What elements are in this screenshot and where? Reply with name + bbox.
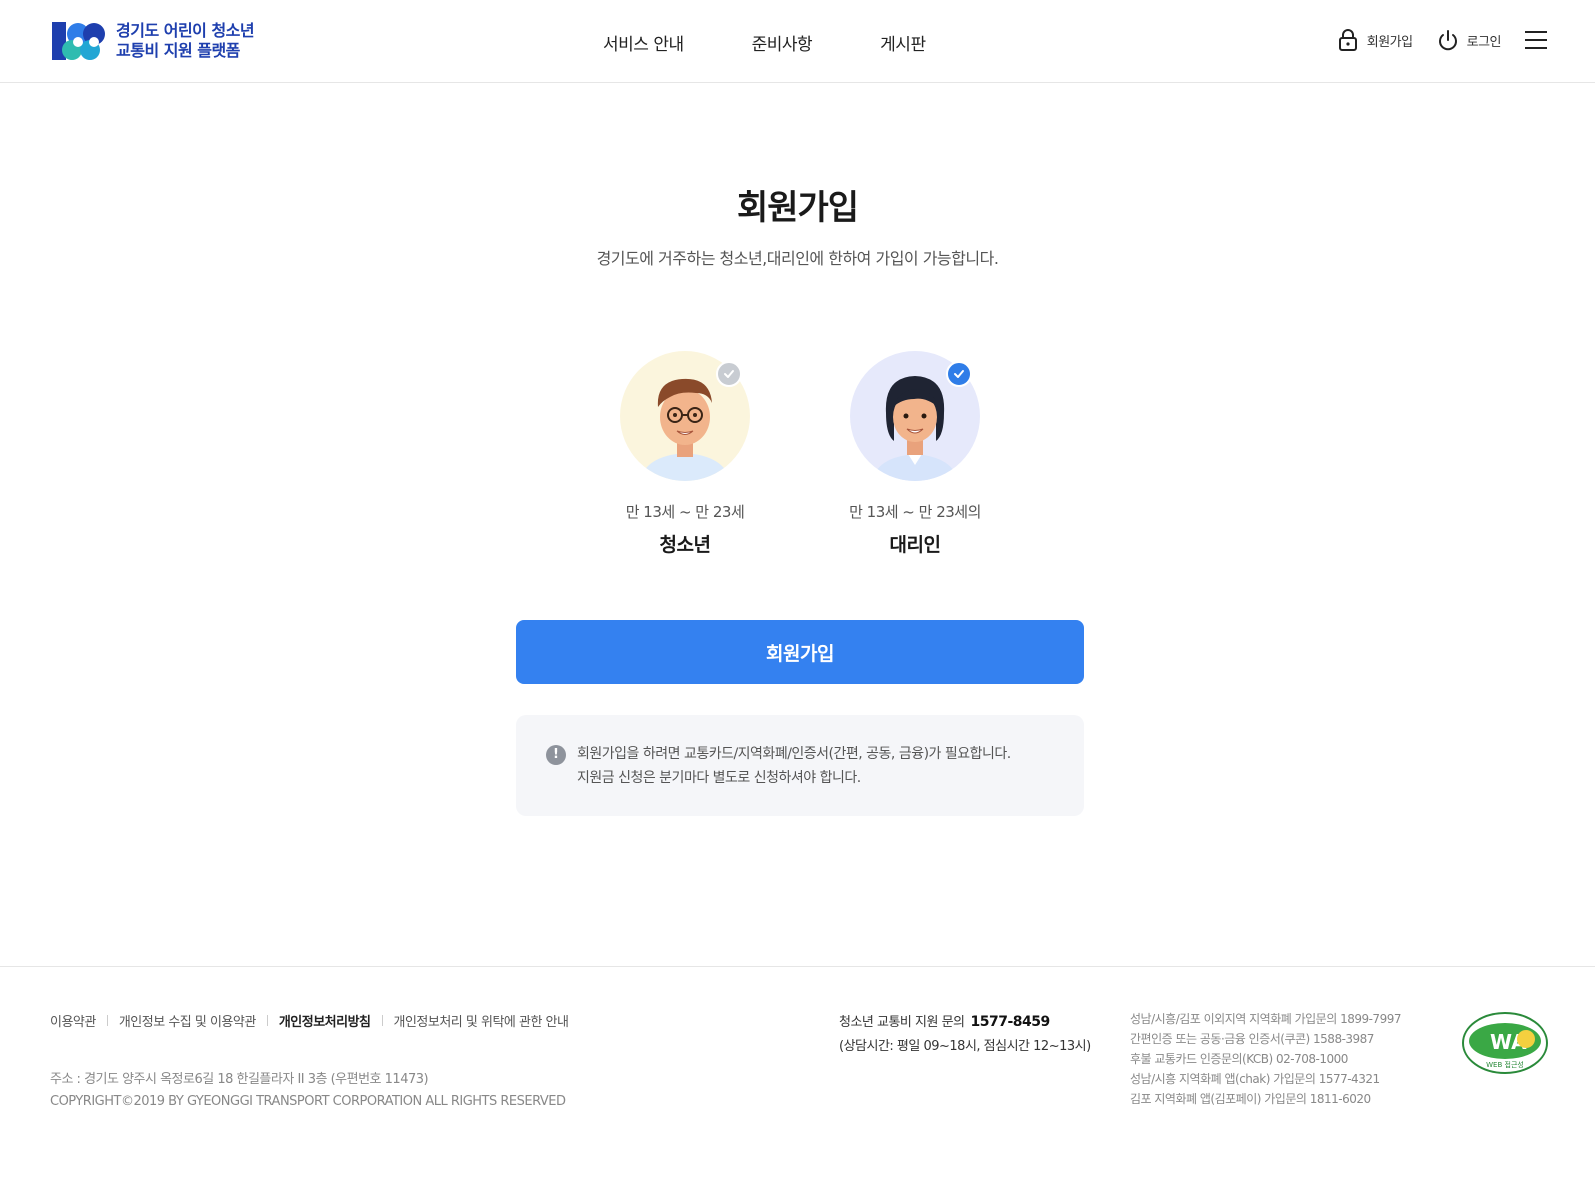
main-nav: 서비스 안내 준비사항 게시판 [603,30,994,55]
web-accessibility-mark-icon: WA WEB 접근성 [1462,1012,1548,1074]
wa-mark-subtext: WEB 접근성 [1486,1060,1524,1069]
footer-link-privacy-collection[interactable]: 개인정보 수집 및 이용약관 [119,1011,256,1030]
footer-link-privacy-policy[interactable]: 개인정보처리방침 [279,1011,371,1030]
signup-link-label: 회원가입 [1366,34,1413,50]
lock-icon [1338,29,1357,51]
cs-hours: (상담시간: 평일 09~18시, 점심시간 12~13시) [839,1039,1091,1054]
notice-line-2: 지원금 신청은 분기마다 별도로 신청하셔야 합니다. [577,770,861,786]
contact-info-item: 간편인증 또는 공동·금융 인증서(쿠콘) 1588-3987 [1130,1032,1374,1046]
contact-info-item: 후불 교통카드 인증문의(KCB) 02-708-1000 [1130,1052,1348,1066]
footer-link-terms[interactable]: 이용약관 [50,1011,96,1030]
site-footer: 이용약관 개인정보 수집 및 이용약관 개인정보처리방침 개인정보처리 및 위탁… [0,966,1595,1181]
signup-link[interactable]: 회원가입 [1337,28,1413,52]
footer-divider [106,1015,108,1026]
notice-line-1: 회원가입을 하려면 교통카드/지역화폐/인증서(간편, 공동, 금융)가 필요합… [577,746,1011,762]
utility-menu: 회원가입 로그인 [1337,28,1547,52]
contact-info-item: 김포 지역화폐 앱(김포페이) 가입문의 1811-6020 [1130,1092,1371,1106]
proxy-check-icon [946,361,972,387]
youth-label: 청소년 [659,534,711,556]
proxy-age-range: 만 13세 ~ 만 23세의 [849,503,981,521]
footer-link-privacy-consignment[interactable]: 개인정보처리 및 위탁에 관한 안내 [394,1011,569,1030]
member-type-youth-card[interactable]: 만 13세 ~ 만 23세 청소년 [615,351,755,557]
footer-divider [381,1015,383,1026]
site-logo[interactable]: 경기도 어린이 청소년 교통비 지원 플랫폼 [50,20,255,62]
notice-text: 회원가입을 하려면 교통카드/지역화폐/인증서(간편, 공동, 금융)가 필요합… [577,742,1011,816]
nav-preparation[interactable]: 준비사항 [752,30,813,55]
proxy-label: 대리인 [889,534,941,556]
login-link[interactable]: 로그인 [1437,28,1502,52]
youth-check-icon [716,361,742,387]
member-type-proxy-card[interactable]: 만 13세 ~ 만 23세의 대리인 [845,351,985,557]
cs-label: 청소년 교통비 지원 문의 [839,1015,965,1030]
footer-links: 이용약관 개인정보 수집 및 이용약관 개인정보처리방침 개인정보처리 및 위탁… [50,1011,569,1030]
login-link-label: 로그인 [1466,34,1502,50]
cs-phone: 1577-8459 [970,1014,1051,1030]
logo-mark-icon [52,22,105,60]
page-title: 회원가입 [736,188,859,228]
contact-info-item: 성남/시흥/김포 이외지역 지역화폐 가입문의 1899-7997 [1130,1012,1401,1026]
logo-line-1: 경기도 어린이 청소년 [116,21,255,40]
logo-text: 경기도 어린이 청소년 교통비 지원 플랫폼 [116,21,255,61]
page-subtitle: 경기도에 거주하는 청소년,대리인에 한하여 가입이 가능합니다. [596,249,999,268]
hamburger-menu-icon[interactable] [1525,31,1547,49]
signup-notice: ! 회원가입을 하려면 교통카드/지역화폐/인증서(간편, 공동, 금융)가 필… [516,715,1084,816]
customer-service: 청소년 교통비 지원 문의 1577-8459 (상담시간: 평일 09~18시,… [839,1010,1091,1059]
nav-board[interactable]: 게시판 [880,30,926,55]
contact-info-item: 성남/시흥 지역화폐 앱(chak) 가입문의 1577-4321 [1130,1072,1380,1086]
footer-address: 주소 : 경기도 양주시 옥정로6길 18 한길플라자 II 3층 (우편번호 … [50,1072,429,1087]
join-button[interactable]: 회원가입 [516,620,1084,684]
site-header: 경기도 어린이 청소년 교통비 지원 플랫폼 서비스 안내 준비사항 게시판 회… [0,0,1595,83]
contact-info-list: 성남/시흥/김포 이외지역 지역화폐 가입문의 1899-7997 간편인증 또… [1130,1009,1401,1109]
exclamation-icon: ! [546,745,566,765]
logo-line-2: 교통비 지원 플랫폼 [116,41,240,60]
footer-copyright: COPYRIGHT©2019 BY GYEONGGI TRANSPORT COR… [50,1094,566,1109]
youth-age-range: 만 13세 ~ 만 23세 [625,503,745,521]
power-icon [1438,30,1457,51]
footer-divider [266,1015,268,1026]
nav-service-guide[interactable]: 서비스 안내 [603,30,684,55]
